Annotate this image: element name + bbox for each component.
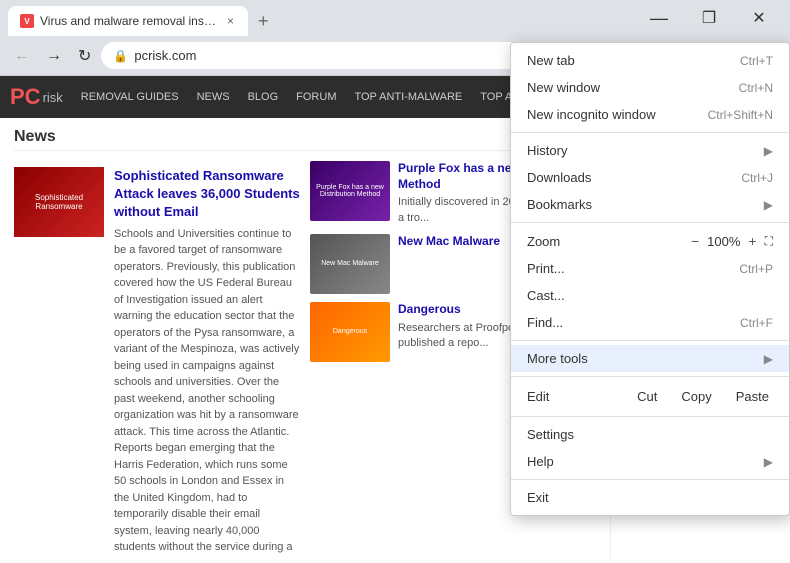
tab-favicon: V	[20, 14, 34, 28]
menu-item-print[interactable]: Print... Ctrl+P	[511, 255, 789, 282]
news-grid: Sophisticated Ransomware Sophisticated R…	[14, 161, 596, 559]
menu-item-history[interactable]: History ▶	[511, 137, 789, 164]
site-logo: PC risk	[10, 84, 63, 110]
restore-button[interactable]: ❐	[686, 9, 732, 27]
menu-item-exit[interactable]: Exit	[511, 484, 789, 511]
menu-section-zoom: Zoom − 100% + ⛶ Print... Ctrl+P Cast... …	[511, 223, 789, 341]
news-title-macmalware[interactable]: New Mac Malware	[398, 234, 500, 250]
zoom-increase-button[interactable]: +	[748, 233, 756, 249]
nav-anti-malware[interactable]: TOP ANTI-MALWARE	[346, 87, 470, 107]
close-button[interactable]: ✕	[736, 9, 782, 27]
menu-item-help[interactable]: Help ▶	[511, 448, 789, 475]
menu-item-incognito[interactable]: New incognito window Ctrl+Shift+N	[511, 101, 789, 128]
menu-paste-button[interactable]: Paste	[732, 387, 773, 406]
menu-copy-button[interactable]: Copy	[677, 387, 715, 406]
menu-section-new: New tab Ctrl+T New window Ctrl+N New inc…	[511, 43, 789, 133]
zoom-controls: − 100% + ⛶	[691, 233, 773, 249]
menu-item-bookmarks[interactable]: Bookmarks ▶	[511, 191, 789, 218]
thumb-purplefox: Purple Fox has a new Distribution Method	[310, 161, 390, 221]
nav-forum[interactable]: FORUM	[288, 87, 344, 107]
menu-item-settings[interactable]: Settings	[511, 421, 789, 448]
main-article: Sophisticated Ransomware Sophisticated R…	[14, 167, 300, 559]
minimize-button[interactable]: —	[636, 9, 682, 27]
refresh-button[interactable]: ↻	[72, 42, 97, 70]
main-article-title[interactable]: Sophisticated Ransomware Attack leaves 3…	[114, 167, 300, 222]
main-article-body: Schools and Universities continue to be …	[114, 226, 300, 559]
nav-news[interactable]: NEWS	[189, 87, 238, 107]
news-heading: News	[14, 128, 596, 151]
edit-actions: Cut Copy Paste	[633, 387, 773, 406]
menu-item-more-tools[interactable]: More tools ▶	[511, 345, 789, 372]
tab-bar: V Virus and malware removal instr... × +	[8, 0, 277, 36]
nav-blog[interactable]: BLOG	[240, 87, 287, 107]
menu-section-settings: Settings Help ▶	[511, 417, 789, 480]
tab-title: Virus and malware removal instr...	[40, 14, 219, 28]
lock-icon: 🔒	[113, 49, 128, 63]
zoom-fullscreen-icon[interactable]: ⛶	[765, 234, 773, 249]
menu-section-more-tools: More tools ▶	[511, 341, 789, 377]
new-tab-button[interactable]: +	[250, 7, 277, 36]
nav-removal-guides[interactable]: REMOVAL GUIDES	[73, 87, 187, 107]
logo-risk: risk	[43, 90, 63, 105]
main-article-thumb: Sophisticated Ransomware	[14, 167, 104, 237]
menu-item-new-window[interactable]: New window Ctrl+N	[511, 74, 789, 101]
titlebar: V Virus and malware removal instr... × +…	[0, 0, 790, 36]
menu-item-find[interactable]: Find... Ctrl+F	[511, 309, 789, 336]
menu-cut-button[interactable]: Cut	[633, 387, 661, 406]
menu-section-history: History ▶ Downloads Ctrl+J Bookmarks ▶	[511, 133, 789, 223]
menu-section-exit: Exit	[511, 480, 789, 515]
zoom-value: 100%	[707, 234, 740, 249]
menu-item-zoom[interactable]: Zoom − 100% + ⛶	[511, 227, 789, 255]
tab-close-button[interactable]: ×	[225, 12, 236, 30]
menu-section-edit: Edit Cut Copy Paste	[511, 377, 789, 417]
menu-edit-row: Edit Cut Copy Paste	[511, 381, 789, 412]
back-button[interactable]: ←	[8, 43, 36, 69]
forward-button[interactable]: →	[40, 43, 68, 69]
menu-item-cast[interactable]: Cast...	[511, 282, 789, 309]
window-controls: — ❐ ✕	[636, 9, 782, 27]
menu-item-new-tab[interactable]: New tab Ctrl+T	[511, 47, 789, 74]
news-text-macmalware: New Mac Malware	[398, 234, 500, 294]
thumb-label: Sophisticated Ransomware	[16, 193, 102, 211]
main-article-text: Sophisticated Ransomware Attack leaves 3…	[114, 167, 300, 559]
logo-pc: PC	[10, 84, 41, 110]
thumb-dangerous: Dangerous	[310, 302, 390, 362]
thumb-macmalware: New Mac Malware	[310, 234, 390, 294]
chrome-context-menu: New tab Ctrl+T New window Ctrl+N New inc…	[510, 42, 790, 516]
menu-item-downloads[interactable]: Downloads Ctrl+J	[511, 164, 789, 191]
zoom-decrease-button[interactable]: −	[691, 233, 699, 249]
active-tab[interactable]: V Virus and malware removal instr... ×	[8, 6, 248, 36]
